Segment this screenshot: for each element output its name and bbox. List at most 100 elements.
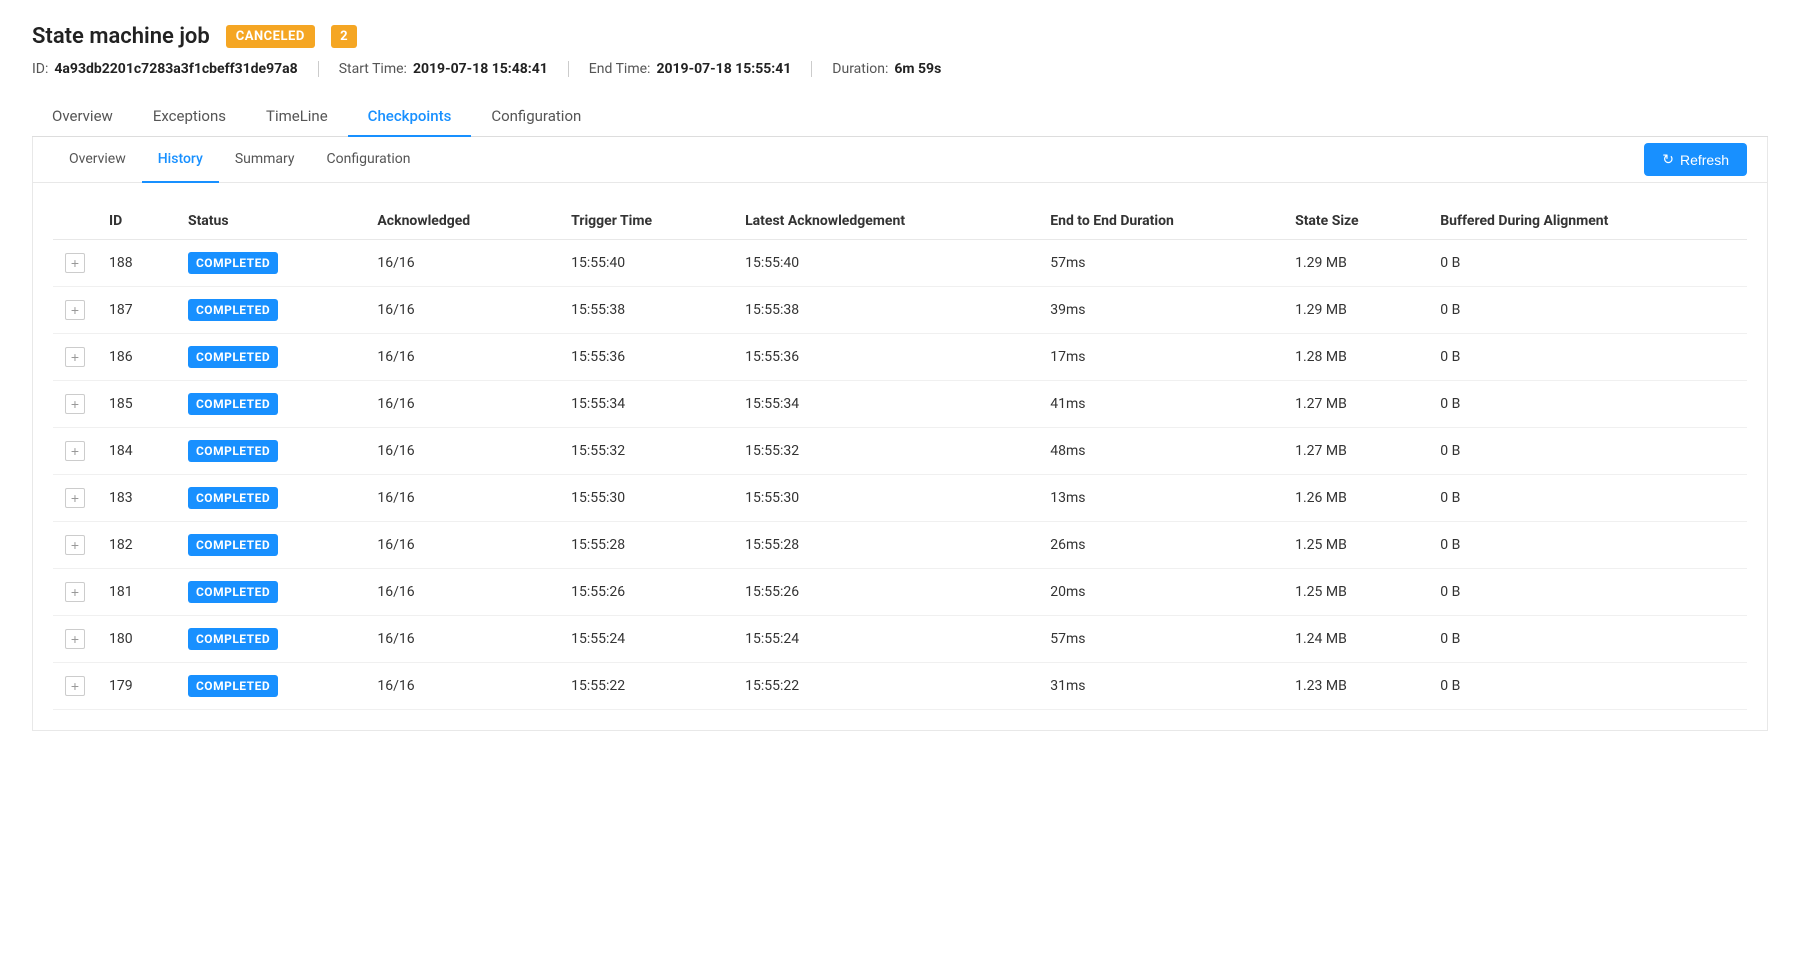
- cell-duration: 48ms: [1038, 428, 1283, 475]
- expand-button[interactable]: +: [65, 676, 85, 696]
- cell-trigger-time: 15:55:28: [559, 522, 733, 569]
- cell-state-size: 1.27 MB: [1283, 381, 1428, 428]
- refresh-icon: ↻: [1662, 151, 1674, 168]
- table-row: + 181 COMPLETED 16/16 15:55:26 15:55:26 …: [53, 569, 1747, 616]
- expand-button[interactable]: +: [65, 535, 85, 555]
- cell-acknowledged: 16/16: [365, 240, 559, 287]
- duration-label: Duration:: [832, 61, 888, 77]
- page-title: State machine job: [32, 24, 210, 49]
- cell-status: COMPLETED: [176, 428, 365, 475]
- cell-duration: 41ms: [1038, 381, 1283, 428]
- inner-tab-summary[interactable]: Summary: [219, 137, 311, 183]
- expand-cell: +: [53, 428, 97, 475]
- cell-buffered: 0 B: [1428, 663, 1747, 710]
- col-latest-ack: Latest Acknowledgement: [733, 203, 1038, 240]
- tab-configuration[interactable]: Configuration: [471, 97, 601, 137]
- cell-acknowledged: 16/16: [365, 475, 559, 522]
- cell-trigger-time: 15:55:38: [559, 287, 733, 334]
- refresh-button[interactable]: ↻ Refresh: [1644, 143, 1747, 176]
- status-badge: COMPLETED: [188, 628, 278, 650]
- cell-buffered: 0 B: [1428, 522, 1747, 569]
- refresh-label: Refresh: [1680, 152, 1729, 168]
- cell-status: COMPLETED: [176, 475, 365, 522]
- cell-state-size: 1.27 MB: [1283, 428, 1428, 475]
- table-row: + 184 COMPLETED 16/16 15:55:32 15:55:32 …: [53, 428, 1747, 475]
- expand-cell: +: [53, 334, 97, 381]
- cell-duration: 31ms: [1038, 663, 1283, 710]
- col-duration: End to End Duration: [1038, 203, 1283, 240]
- expand-cell: +: [53, 616, 97, 663]
- cell-latest-ack: 15:55:32: [733, 428, 1038, 475]
- col-trigger-time: Trigger Time: [559, 203, 733, 240]
- table-row: + 182 COMPLETED 16/16 15:55:28 15:55:28 …: [53, 522, 1747, 569]
- inner-tab-configuration[interactable]: Configuration: [311, 137, 427, 183]
- cell-acknowledged: 16/16: [365, 663, 559, 710]
- table-row: + 179 COMPLETED 16/16 15:55:22 15:55:22 …: [53, 663, 1747, 710]
- expand-button[interactable]: +: [65, 394, 85, 414]
- cell-acknowledged: 16/16: [365, 522, 559, 569]
- cell-buffered: 0 B: [1428, 616, 1747, 663]
- expand-cell: +: [53, 240, 97, 287]
- cell-duration: 13ms: [1038, 475, 1283, 522]
- tab-exceptions[interactable]: Exceptions: [133, 97, 246, 137]
- cell-acknowledged: 16/16: [365, 428, 559, 475]
- meta-row: ID: 4a93db2201c7283a3f1cbeff31de97a8 Sta…: [32, 61, 1768, 77]
- expand-button[interactable]: +: [65, 253, 85, 273]
- expand-button[interactable]: +: [65, 300, 85, 320]
- status-badge: COMPLETED: [188, 487, 278, 509]
- cell-duration: 57ms: [1038, 616, 1283, 663]
- cell-status: COMPLETED: [176, 334, 365, 381]
- cell-state-size: 1.26 MB: [1283, 475, 1428, 522]
- expand-cell: +: [53, 381, 97, 428]
- status-badge: COMPLETED: [188, 393, 278, 415]
- inner-tab-overview[interactable]: Overview: [53, 137, 142, 183]
- col-status: Status: [176, 203, 365, 240]
- cell-trigger-time: 15:55:22: [559, 663, 733, 710]
- expand-button[interactable]: +: [65, 488, 85, 508]
- cell-state-size: 1.25 MB: [1283, 522, 1428, 569]
- id-value: 4a93db2201c7283a3f1cbeff31de97a8: [54, 61, 297, 77]
- cell-id: 188: [97, 240, 176, 287]
- cell-latest-ack: 15:55:30: [733, 475, 1038, 522]
- cell-status: COMPLETED: [176, 522, 365, 569]
- status-badge: COMPLETED: [188, 440, 278, 462]
- tab-checkpoints[interactable]: Checkpoints: [348, 97, 472, 137]
- status-badge: COMPLETED: [188, 346, 278, 368]
- expand-cell: +: [53, 522, 97, 569]
- expand-button[interactable]: +: [65, 347, 85, 367]
- expand-button[interactable]: +: [65, 441, 85, 461]
- status-badge: COMPLETED: [188, 675, 278, 697]
- cell-buffered: 0 B: [1428, 428, 1747, 475]
- cell-id: 181: [97, 569, 176, 616]
- expand-button[interactable]: +: [65, 582, 85, 602]
- cell-status: COMPLETED: [176, 663, 365, 710]
- cell-status: COMPLETED: [176, 287, 365, 334]
- tab-overview[interactable]: Overview: [32, 97, 133, 137]
- cell-state-size: 1.28 MB: [1283, 334, 1428, 381]
- expand-button[interactable]: +: [65, 629, 85, 649]
- cell-buffered: 0 B: [1428, 240, 1747, 287]
- cell-latest-ack: 15:55:24: [733, 616, 1038, 663]
- inner-tabs-row: Overview History Summary Configuration ↻…: [33, 137, 1767, 183]
- end-time-value: 2019-07-18 15:55:41: [656, 61, 791, 77]
- cell-status: COMPLETED: [176, 616, 365, 663]
- cell-duration: 20ms: [1038, 569, 1283, 616]
- cell-latest-ack: 15:55:22: [733, 663, 1038, 710]
- table-row: + 183 COMPLETED 16/16 15:55:30 15:55:30 …: [53, 475, 1747, 522]
- cell-duration: 39ms: [1038, 287, 1283, 334]
- tab-timeline[interactable]: TimeLine: [246, 97, 348, 137]
- status-badge: COMPLETED: [188, 581, 278, 603]
- cell-id: 182: [97, 522, 176, 569]
- header-row: State machine job CANCELED 2: [32, 24, 1768, 49]
- cell-state-size: 1.25 MB: [1283, 569, 1428, 616]
- cell-acknowledged: 16/16: [365, 381, 559, 428]
- col-id: ID: [97, 203, 176, 240]
- cell-latest-ack: 15:55:34: [733, 381, 1038, 428]
- cell-duration: 57ms: [1038, 240, 1283, 287]
- cell-id: 183: [97, 475, 176, 522]
- cell-state-size: 1.24 MB: [1283, 616, 1428, 663]
- expand-cell: +: [53, 569, 97, 616]
- inner-tab-history[interactable]: History: [142, 137, 219, 183]
- end-time-label: End Time:: [589, 61, 651, 77]
- cell-latest-ack: 15:55:26: [733, 569, 1038, 616]
